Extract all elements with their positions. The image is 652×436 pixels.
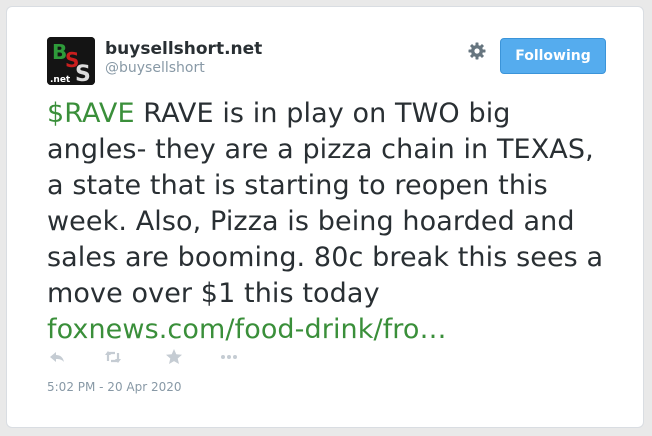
display-name[interactable]: buysellshort.net [105, 39, 262, 59]
svg-text:S: S [75, 62, 91, 85]
cashtag-link[interactable]: $RAVE [47, 98, 135, 129]
handle[interactable]: @buysellshort [105, 60, 205, 76]
gear-icon[interactable] [467, 41, 487, 61]
tweet-text: $RAVE RAVE is in play on TWO big angles-… [47, 96, 607, 348]
timestamp[interactable]: 5:02 PM - 20 Apr 2020 [47, 380, 182, 394]
reply-icon[interactable] [47, 347, 67, 367]
avatar-net-text: .net [50, 75, 71, 85]
tweet-card: B S S .net buysellshort.net @buysellshor… [6, 6, 644, 428]
article-link[interactable]: foxnews.com/food-drink/fro… [47, 314, 447, 345]
avatar[interactable]: B S S .net [47, 37, 95, 85]
following-button[interactable]: Following [500, 38, 606, 74]
star-icon[interactable] [164, 347, 184, 367]
more-icon[interactable] [219, 347, 239, 367]
tweet-body: RAVE is in play on TWO big angles- they … [47, 98, 604, 309]
retweet-icon[interactable] [103, 347, 123, 367]
avatar-logo-icon: B S S .net [47, 37, 95, 85]
